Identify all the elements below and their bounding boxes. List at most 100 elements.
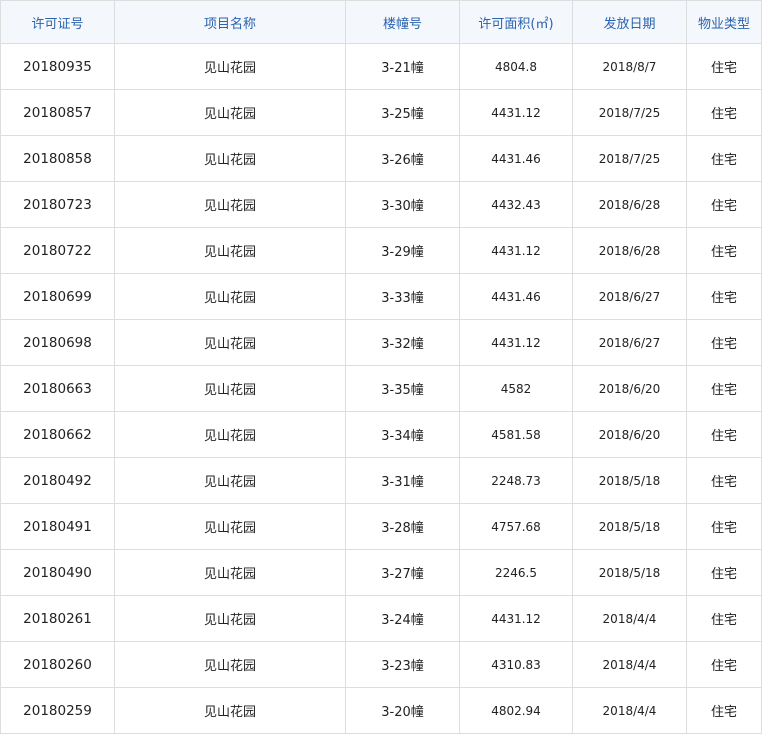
cell-permit-no: 20180491 — [0, 503, 115, 550]
cell-issue-date: 2018/4/4 — [572, 641, 687, 688]
cell-building-no: 3-27幢 — [345, 549, 460, 596]
cell-project-name: 见山花园 — [114, 135, 346, 182]
cell-permit-no: 20180857 — [0, 89, 115, 136]
cell-issue-date: 2018/6/28 — [572, 181, 687, 228]
cell-property-type: 住宅 — [686, 549, 762, 596]
table-header: 许可证号 项目名称 楼幢号 许可面积(㎡) 发放日期 物业类型 — [0, 0, 762, 44]
table-row: 20180723 见山花园 3-30幢 4432.43 2018/6/28 住宅 — [0, 181, 762, 228]
cell-building-no: 3-35幢 — [345, 365, 460, 412]
table-row: 20180662 见山花园 3-34幢 4581.58 2018/6/20 住宅 — [0, 411, 762, 458]
cell-issue-date: 2018/5/18 — [572, 457, 687, 504]
header-permit-no[interactable]: 许可证号 — [0, 0, 115, 44]
cell-project-name: 见山花园 — [114, 457, 346, 504]
table-row: 20180261 见山花园 3-24幢 4431.12 2018/4/4 住宅 — [0, 595, 762, 642]
cell-permit-no: 20180490 — [0, 549, 115, 596]
cell-issue-date: 2018/4/4 — [572, 595, 687, 642]
cell-permit-area: 4310.83 — [459, 641, 573, 688]
cell-permit-no: 20180722 — [0, 227, 115, 274]
cell-building-no: 3-30幢 — [345, 181, 460, 228]
cell-project-name: 见山花园 — [114, 687, 346, 734]
cell-issue-date: 2018/7/25 — [572, 135, 687, 182]
table-row: 20180698 见山花园 3-32幢 4431.12 2018/6/27 住宅 — [0, 319, 762, 366]
cell-issue-date: 2018/6/27 — [572, 319, 687, 366]
header-property-type[interactable]: 物业类型 — [686, 0, 762, 44]
cell-property-type: 住宅 — [686, 365, 762, 412]
header-project-name[interactable]: 项目名称 — [114, 0, 346, 44]
header-issue-date[interactable]: 发放日期 — [572, 0, 687, 44]
cell-project-name: 见山花园 — [114, 43, 346, 90]
cell-property-type: 住宅 — [686, 457, 762, 504]
cell-permit-no: 20180662 — [0, 411, 115, 458]
cell-permit-area: 4431.46 — [459, 135, 573, 182]
cell-project-name: 见山花园 — [114, 503, 346, 550]
table-row: 20180492 见山花园 3-31幢 2248.73 2018/5/18 住宅 — [0, 457, 762, 504]
cell-property-type: 住宅 — [686, 595, 762, 642]
cell-issue-date: 2018/5/18 — [572, 549, 687, 596]
cell-permit-area: 4431.46 — [459, 273, 573, 320]
cell-building-no: 3-20幢 — [345, 687, 460, 734]
cell-permit-no: 20180698 — [0, 319, 115, 366]
cell-project-name: 见山花园 — [114, 273, 346, 320]
cell-permit-area: 4581.58 — [459, 411, 573, 458]
cell-building-no: 3-25幢 — [345, 89, 460, 136]
cell-permit-no: 20180723 — [0, 181, 115, 228]
cell-permit-area: 4431.12 — [459, 89, 573, 136]
cell-permit-no: 20180663 — [0, 365, 115, 412]
cell-building-no: 3-34幢 — [345, 411, 460, 458]
cell-building-no: 3-32幢 — [345, 319, 460, 366]
cell-issue-date: 2018/7/25 — [572, 89, 687, 136]
cell-property-type: 住宅 — [686, 687, 762, 734]
cell-property-type: 住宅 — [686, 411, 762, 458]
cell-project-name: 见山花园 — [114, 641, 346, 688]
table-row: 20180722 见山花园 3-29幢 4431.12 2018/6/28 住宅 — [0, 227, 762, 274]
cell-permit-area: 2248.73 — [459, 457, 573, 504]
cell-project-name: 见山花园 — [114, 181, 346, 228]
cell-permit-area: 4802.94 — [459, 687, 573, 734]
cell-project-name: 见山花园 — [114, 595, 346, 642]
cell-permit-area: 4757.68 — [459, 503, 573, 550]
cell-issue-date: 2018/6/28 — [572, 227, 687, 274]
table-row: 20180491 见山花园 3-28幢 4757.68 2018/5/18 住宅 — [0, 503, 762, 550]
cell-project-name: 见山花园 — [114, 319, 346, 366]
cell-project-name: 见山花园 — [114, 89, 346, 136]
cell-project-name: 见山花园 — [114, 411, 346, 458]
cell-permit-no: 20180858 — [0, 135, 115, 182]
cell-property-type: 住宅 — [686, 273, 762, 320]
cell-property-type: 住宅 — [686, 227, 762, 274]
cell-permit-no: 20180492 — [0, 457, 115, 504]
cell-property-type: 住宅 — [686, 181, 762, 228]
cell-permit-area: 2246.5 — [459, 549, 573, 596]
cell-building-no: 3-33幢 — [345, 273, 460, 320]
cell-issue-date: 2018/6/20 — [572, 365, 687, 412]
cell-property-type: 住宅 — [686, 319, 762, 366]
cell-project-name: 见山花园 — [114, 549, 346, 596]
cell-property-type: 住宅 — [686, 135, 762, 182]
cell-permit-area: 4804.8 — [459, 43, 573, 90]
header-building-no[interactable]: 楼幢号 — [345, 0, 460, 44]
cell-permit-no: 20180259 — [0, 687, 115, 734]
cell-permit-area: 4431.12 — [459, 595, 573, 642]
cell-property-type: 住宅 — [686, 503, 762, 550]
cell-permit-no: 20180699 — [0, 273, 115, 320]
cell-issue-date: 2018/6/27 — [572, 273, 687, 320]
cell-issue-date: 2018/8/7 — [572, 43, 687, 90]
cell-issue-date: 2018/6/20 — [572, 411, 687, 458]
table-row: 20180663 见山花园 3-35幢 4582 2018/6/20 住宅 — [0, 365, 762, 412]
table-row: 20180935 见山花园 3-21幢 4804.8 2018/8/7 住宅 — [0, 43, 762, 90]
table-body: 20180935 见山花园 3-21幢 4804.8 2018/8/7 住宅 2018085… — [0, 43, 762, 734]
table-row: 20180699 见山花园 3-33幢 4431.46 2018/6/27 住宅 — [0, 273, 762, 320]
cell-permit-area: 4431.12 — [459, 227, 573, 274]
cell-building-no: 3-21幢 — [345, 43, 460, 90]
cell-permit-area: 4582 — [459, 365, 573, 412]
cell-building-no: 3-28幢 — [345, 503, 460, 550]
cell-permit-area: 4432.43 — [459, 181, 573, 228]
table-row: 20180260 见山花园 3-23幢 4310.83 2018/4/4 住宅 — [0, 641, 762, 688]
table-row: 20180490 见山花园 3-27幢 2246.5 2018/5/18 住宅 — [0, 549, 762, 596]
cell-building-no: 3-31幢 — [345, 457, 460, 504]
table-row: 20180858 见山花园 3-26幢 4431.46 2018/7/25 住宅 — [0, 135, 762, 182]
cell-issue-date: 2018/5/18 — [572, 503, 687, 550]
header-permit-area[interactable]: 许可面积(㎡) — [459, 0, 573, 44]
cell-project-name: 见山花园 — [114, 227, 346, 274]
table-row: 20180259 见山花园 3-20幢 4802.94 2018/4/4 住宅 — [0, 687, 762, 734]
cell-property-type: 住宅 — [686, 89, 762, 136]
